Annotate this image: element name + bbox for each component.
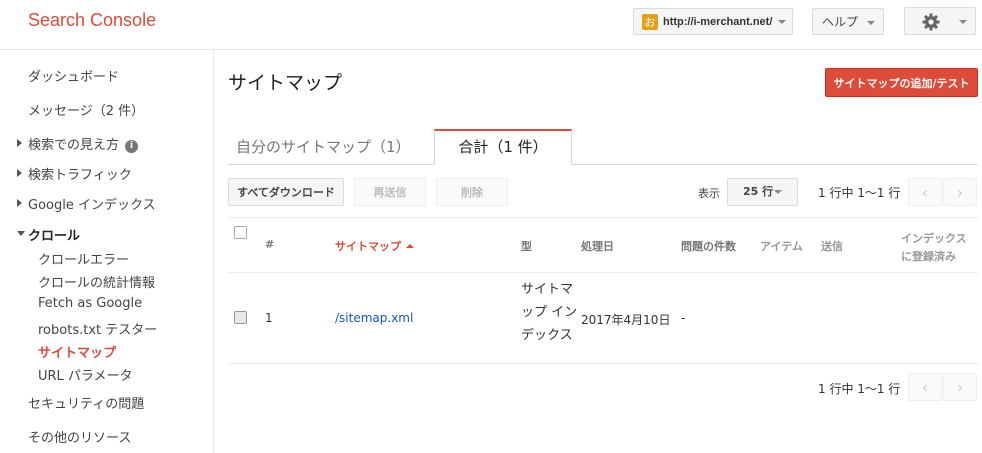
chevron-left-icon: ‹: [921, 182, 929, 202]
row-checkbox[interactable]: [234, 311, 247, 324]
delete-button[interactable]: 削除: [436, 178, 508, 206]
chevron-down-icon[interactable]: [17, 231, 25, 236]
chevron-right-icon[interactable]: [17, 169, 22, 177]
chevron-down-icon: [778, 19, 787, 24]
sidebar-item-search-traffic[interactable]: 検索トラフィック: [28, 164, 132, 183]
sidebar-item-search-appearance[interactable]: 検索での見え方 i: [28, 134, 139, 153]
site-selector[interactable]: お http://i-merchant.net/: [633, 8, 793, 35]
column-header-processed[interactable]: 処理日: [581, 238, 614, 254]
rows-show-label: 表示: [698, 187, 720, 200]
sidebar-item-other-resources[interactable]: その他のリソース: [28, 427, 131, 446]
sidebar-item-messages[interactable]: メッセージ（2 件）: [28, 100, 144, 119]
download-all-button[interactable]: すべてダウンロード: [228, 178, 344, 206]
tab-divider: [228, 164, 978, 165]
rows-per-page-value: 25 行: [743, 185, 774, 198]
row-issues: -: [681, 311, 686, 325]
column-header-number: #: [265, 238, 275, 251]
chevron-right-icon: ›: [956, 182, 964, 202]
column-header-items[interactable]: アイテム: [760, 238, 803, 254]
pagination-summary-bottom: 1 行中 1～1 行: [818, 382, 901, 396]
table-top-border: [228, 217, 978, 218]
site-favicon-icon: お: [642, 13, 658, 30]
page-title: サイトマップ: [228, 72, 343, 94]
column-header-indexed-line1: インデックス: [901, 232, 967, 245]
gear-icon: [922, 13, 940, 31]
pagination-summary: 1 行中 1～1 行: [818, 186, 901, 200]
info-icon[interactable]: i: [125, 140, 139, 153]
column-header-issues[interactable]: 問題の件数: [681, 238, 736, 254]
column-header-indexed[interactable]: インデックス に登録済み: [901, 230, 967, 264]
tab-my-sitemaps[interactable]: 自分のサイトマップ（1）: [236, 136, 411, 157]
rows-per-page-select[interactable]: 25 行: [727, 178, 798, 206]
sidebar-item-fetch-as-google[interactable]: Fetch as Google: [38, 296, 142, 311]
sort-ascending-icon: [406, 244, 414, 248]
chevron-left-icon: ‹: [921, 377, 929, 397]
resubmit-button[interactable]: 再送信: [354, 178, 426, 206]
next-page-button[interactable]: ›: [943, 178, 977, 206]
sitemap-link[interactable]: /sitemap.xml: [335, 311, 413, 325]
chevron-down-icon: [774, 190, 782, 194]
column-header-submitted[interactable]: 送信: [821, 238, 843, 254]
column-header-label: サイトマップ: [335, 240, 401, 253]
sidebar-item-crawl-stats[interactable]: クロールの統計情報: [38, 272, 155, 291]
sidebar-item-google-index[interactable]: Google インデックス: [28, 194, 156, 213]
chevron-right-icon[interactable]: [17, 139, 22, 147]
help-label: ヘルプ: [822, 15, 859, 29]
help-button[interactable]: ヘルプ: [812, 8, 884, 35]
sidebar-item-sitemaps[interactable]: サイトマップ: [38, 342, 116, 361]
next-page-button-bottom[interactable]: ›: [943, 373, 977, 401]
sidebar-item-url-parameters[interactable]: URL パラメータ: [38, 365, 133, 384]
chevron-down-icon: [959, 20, 967, 24]
select-all-checkbox[interactable]: [234, 226, 247, 239]
app-title[interactable]: Search Console: [28, 10, 156, 31]
sidebar-item-dashboard[interactable]: ダッシュボード: [28, 66, 119, 85]
top-bar: Search Console お http://i-merchant.net/ …: [0, 0, 982, 50]
sidebar-item-crawl-errors[interactable]: クロールエラー: [38, 249, 129, 268]
sidebar-item-security[interactable]: セキュリティの問題: [28, 393, 144, 412]
chevron-right-icon: ›: [956, 377, 964, 397]
add-test-sitemap-button[interactable]: サイトマップの追加/テスト: [825, 68, 978, 97]
sidebar-item-label: 検索での見え方: [28, 138, 120, 153]
column-header-type[interactable]: 型: [521, 238, 532, 254]
site-url: http://i-merchant.net/: [663, 15, 773, 28]
row-processed-date: 2017年4月10日: [581, 313, 671, 327]
sidebar-item-crawl[interactable]: クロール: [28, 225, 80, 244]
chevron-down-icon: [867, 21, 875, 25]
column-header-sitemap[interactable]: サイトマップ: [335, 238, 414, 254]
column-header-indexed-line2: に登録済み: [901, 250, 956, 263]
chevron-right-icon[interactable]: [17, 199, 22, 207]
tab-all-sitemaps[interactable]: 合計（1 件）: [434, 129, 572, 165]
row-number: 1: [265, 311, 273, 325]
prev-page-button-bottom[interactable]: ‹: [908, 373, 942, 401]
table-header-border: [228, 272, 978, 273]
prev-page-button[interactable]: ‹: [908, 178, 942, 206]
row-type: サイトマップ インデックス: [521, 282, 578, 343]
table-bottom-border: [228, 363, 978, 364]
sidebar-item-robots-tester[interactable]: robots.txt テスター: [38, 319, 157, 338]
settings-button[interactable]: [904, 7, 976, 35]
